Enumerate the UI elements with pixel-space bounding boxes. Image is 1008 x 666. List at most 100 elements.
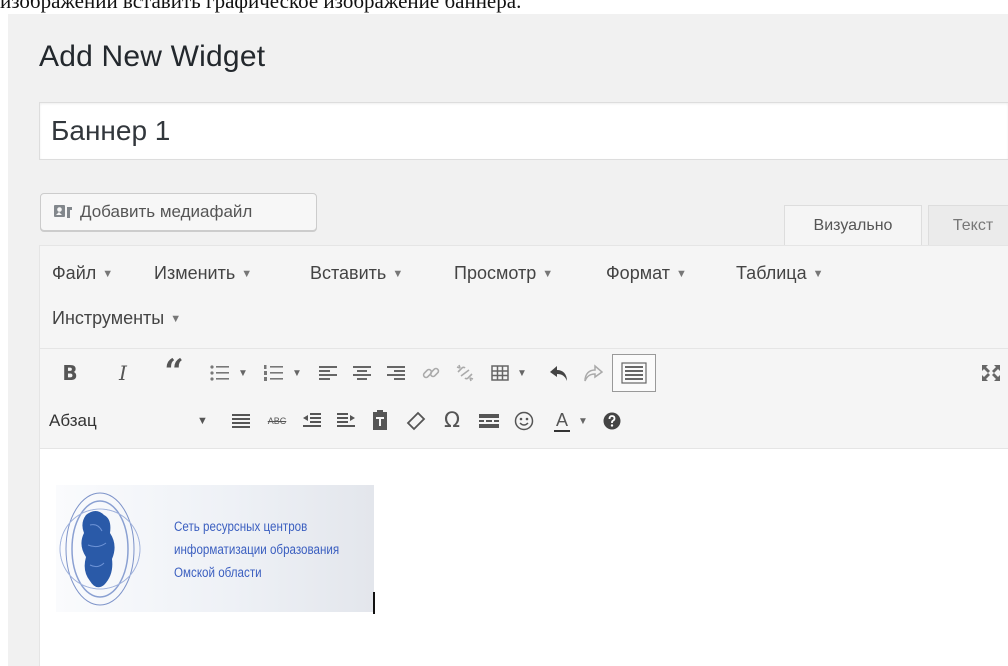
align-right-icon — [387, 366, 405, 380]
justify-icon — [232, 414, 250, 428]
fullscreen-button[interactable] — [978, 361, 1004, 385]
strikethrough-button[interactable]: ABC — [262, 409, 292, 433]
special-char-button[interactable]: Ω — [440, 407, 464, 433]
align-center-icon — [353, 366, 371, 380]
unlink-icon — [456, 364, 474, 382]
redo-icon — [584, 364, 603, 382]
chevron-down-icon: ▼ — [517, 367, 527, 379]
italic-button[interactable]: I — [111, 360, 135, 386]
bullet-list-button[interactable]: ▼ — [204, 361, 254, 385]
read-more-button[interactable] — [477, 409, 501, 433]
link-button[interactable] — [418, 361, 444, 385]
banner-line: Омской области — [174, 565, 262, 580]
table-button[interactable]: ▼ — [484, 361, 534, 385]
tab-text[interactable]: Текст — [928, 205, 1008, 246]
text-cursor — [373, 592, 375, 614]
text-color-button[interactable]: A ▼ — [548, 407, 594, 435]
menu-table[interactable]: Таблица ▼ — [736, 263, 823, 284]
media-icon — [54, 205, 72, 218]
table-icon — [491, 365, 509, 381]
read-more-icon — [479, 414, 499, 428]
toolbar-toggle-button[interactable] — [612, 354, 656, 392]
emoticon-button[interactable] — [512, 409, 536, 433]
menu-file-label: Файл — [52, 263, 97, 283]
numbered-list-button[interactable]: ▼ — [258, 361, 308, 385]
chevron-down-icon: ▼ — [675, 268, 687, 280]
special-char-icon: Ω — [443, 408, 461, 432]
chevron-down-icon: ▼ — [812, 268, 824, 280]
editor-content-area[interactable]: Сеть ресурсных центров информатизации об… — [40, 450, 1008, 666]
help-icon — [603, 412, 621, 430]
link-icon — [422, 367, 440, 379]
indent-icon — [337, 413, 355, 427]
clear-format-button[interactable] — [404, 409, 428, 433]
chevron-down-icon: ▼ — [241, 268, 253, 280]
italic-icon: I — [119, 361, 127, 385]
menu-format-label: Формат — [606, 263, 670, 283]
chevron-down-icon: ▼ — [392, 268, 404, 280]
align-left-button[interactable] — [316, 361, 340, 385]
add-media-label: Добавить медиафайл — [80, 202, 253, 221]
strikethrough-icon: ABC — [267, 416, 287, 426]
menu-insert-label: Вставить — [310, 263, 387, 283]
toolbar-toggle-icon — [621, 362, 647, 384]
editor-toolbar: B I “ ▼ ▼ ▼ Абзац ▼ ABC Ω A ▼ — [40, 349, 1008, 449]
blockquote-icon: “ — [164, 352, 184, 392]
clear-format-icon — [406, 411, 426, 431]
paste-text-icon — [373, 410, 387, 430]
indent-button[interactable] — [334, 409, 358, 433]
chevron-down-icon: ▼ — [292, 367, 302, 379]
undo-icon — [550, 366, 567, 381]
help-button[interactable] — [600, 409, 624, 433]
menu-edit[interactable]: Изменить ▼ — [154, 263, 252, 284]
menu-view[interactable]: Просмотр ▼ — [454, 263, 553, 284]
align-center-button[interactable] — [350, 361, 374, 385]
align-right-button[interactable] — [384, 361, 408, 385]
resource-center-logo — [59, 492, 141, 606]
document-text-line: изображении вставить графическое изображ… — [0, 0, 522, 13]
menu-edit-label: Изменить — [154, 263, 236, 283]
add-media-button[interactable]: Добавить медиафайл — [40, 193, 317, 231]
editor-frame: Файл ▼ Изменить ▼ Вставить ▼ Просмотр ▼ Форм… — [39, 245, 1008, 666]
blockquote-button[interactable]: “ — [160, 352, 188, 392]
menu-view-label: Просмотр — [454, 263, 537, 283]
outdent-button[interactable] — [300, 409, 324, 433]
menu-tools[interactable]: Инструменты ▼ — [52, 308, 181, 329]
unlink-button[interactable] — [452, 361, 478, 385]
numbered-list-icon — [264, 365, 284, 381]
editor-menubar: Файл ▼ Изменить ▼ Вставить ▼ Просмотр ▼ Форм… — [40, 246, 1008, 349]
chevron-down-icon: ▼ — [238, 367, 248, 379]
format-select[interactable]: Абзац ▼ — [49, 406, 219, 436]
justify-button[interactable] — [229, 409, 253, 433]
banner-line: Сеть ресурсных центров — [174, 519, 308, 534]
chevron-down-icon: ▼ — [170, 313, 182, 325]
admin-canvas: Add New Widget Баннер 1 Добавить медиафа… — [8, 14, 1008, 666]
chevron-down-icon: ▼ — [578, 415, 588, 427]
text-color-icon: A — [554, 410, 571, 432]
bold-button[interactable]: B — [58, 360, 82, 386]
banner-line: информатизации образования — [174, 542, 340, 557]
redo-button[interactable] — [580, 361, 606, 385]
menu-file[interactable]: Файл ▼ — [52, 263, 113, 284]
banner-caption: Сеть ресурсных центров информатизации об… — [174, 515, 339, 584]
format-select-value: Абзац — [49, 411, 97, 430]
paste-text-button[interactable] — [368, 407, 392, 433]
bold-icon: B — [62, 361, 78, 385]
bullet-list-icon — [210, 365, 230, 381]
chevron-down-icon: ▼ — [197, 415, 208, 427]
menu-tools-label: Инструменты — [52, 308, 165, 328]
outdent-icon — [303, 413, 321, 427]
chevron-down-icon: ▼ — [102, 268, 114, 280]
widget-title-input[interactable]: Баннер 1 — [39, 102, 1008, 160]
menu-table-label: Таблица — [736, 263, 807, 283]
menu-format[interactable]: Формат ▼ — [606, 263, 687, 284]
banner-image[interactable]: Сеть ресурсных центров информатизации об… — [56, 485, 374, 612]
page-title: Add New Widget — [39, 40, 266, 73]
undo-button[interactable] — [546, 361, 572, 385]
menu-insert[interactable]: Вставить ▼ — [310, 263, 403, 284]
chevron-down-icon: ▼ — [542, 268, 554, 280]
align-left-icon — [319, 366, 337, 380]
emoticon-icon — [514, 411, 534, 431]
tab-visual[interactable]: Визуально — [784, 205, 922, 246]
fullscreen-icon — [982, 365, 1000, 381]
